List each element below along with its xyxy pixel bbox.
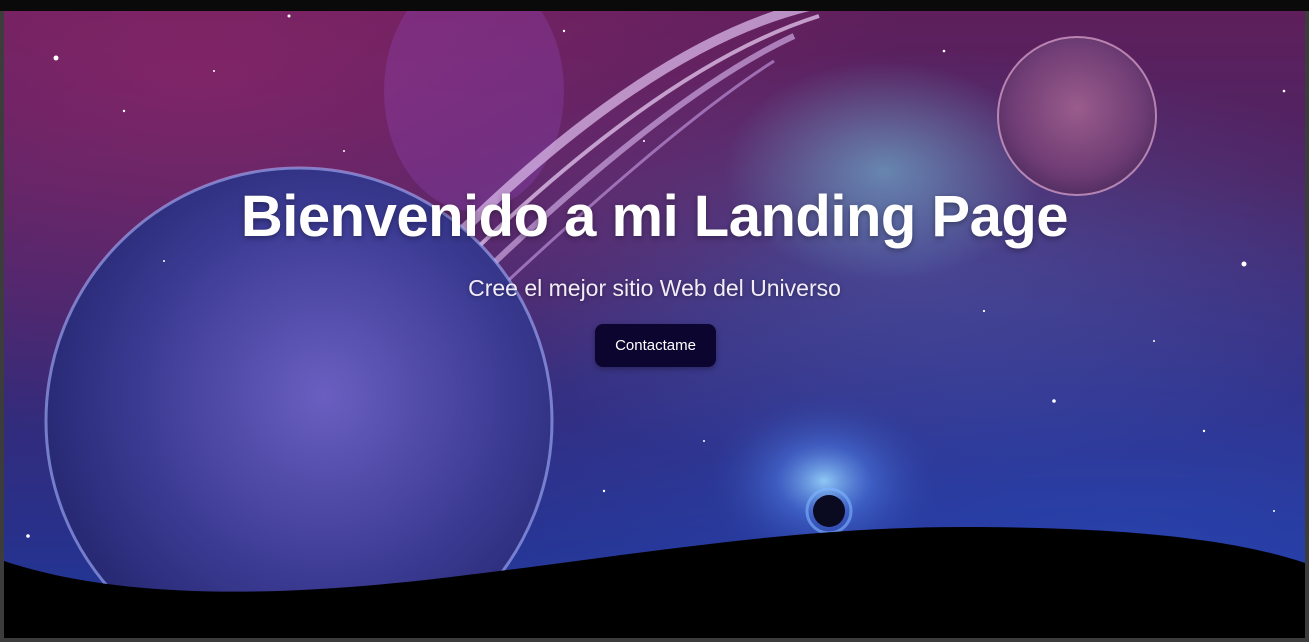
top-strip <box>0 0 1309 11</box>
browser-viewport: Bienvenido a mi Landing Page Cree el mej… <box>0 0 1309 642</box>
black-hole <box>813 495 845 527</box>
contact-button[interactable]: Contactame <box>595 324 716 367</box>
hero-section: Bienvenido a mi Landing Page Cree el mej… <box>4 11 1305 638</box>
hero-title: Bienvenido a mi Landing Page <box>240 184 1069 249</box>
hero-subtitle: Cree el mejor sitio Web del Universo <box>468 275 841 301</box>
